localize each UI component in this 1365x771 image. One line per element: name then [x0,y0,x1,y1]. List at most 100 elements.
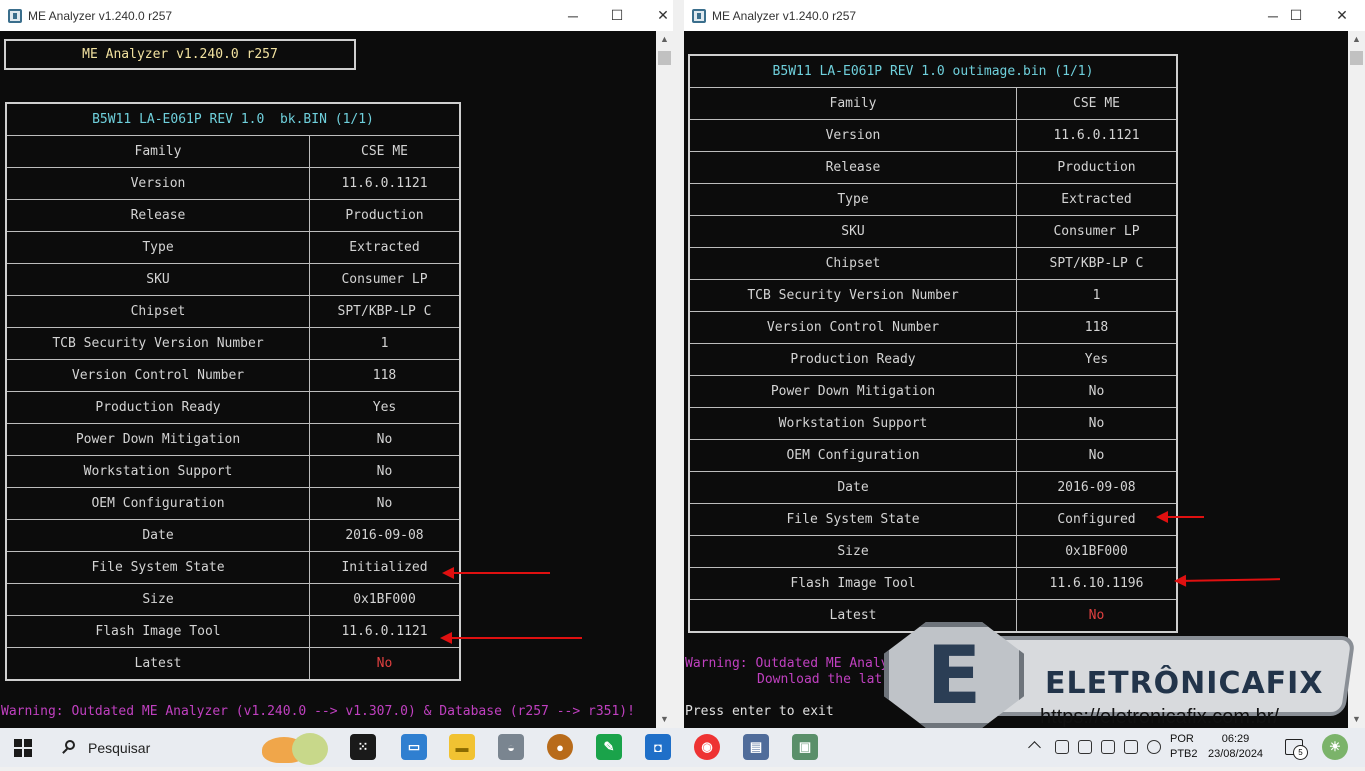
row-key: Type [5,231,310,264]
chevron-up-icon[interactable] [1028,741,1041,754]
table-row: Date 2016-09-08 [688,471,1178,504]
taskbar-search-box[interactable]: Pesquisar [50,732,260,763]
windows-start-icon[interactable] [14,739,32,757]
row-key: Flash Image Tool [5,615,310,648]
table-row: Chipset SPT/KBP-LP C [688,247,1178,280]
pen-icon[interactable] [1055,740,1069,754]
me-analyzer-taskbar-icon[interactable]: ▣ [792,734,818,760]
logo-brand-text: ELETRÔNICAFIX [1045,666,1324,701]
badge-app-icon[interactable]: ● [547,734,573,760]
close-button[interactable]: ✕ [640,0,673,31]
row-value: Extracted [1016,183,1178,216]
row-key: Release [688,151,1017,184]
row-key: Power Down Mitigation [5,423,310,456]
table-row: Family CSE ME [688,87,1178,120]
annotation-arrow-fs-state-left [442,567,550,579]
table-row: Power Down Mitigation No [688,375,1178,408]
row-value: CSE ME [309,135,461,168]
row-value: 118 [1016,311,1178,344]
table-caption: B5W11 LA-E061P REV 1.0 outimage.bin (1/1… [688,54,1178,88]
scroll-up-arrow-icon[interactable]: ▲ [1348,31,1365,48]
network-icon[interactable] [1124,740,1138,754]
store-app-icon[interactable]: ◘ [645,734,671,760]
row-value: 2016-09-08 [309,519,461,552]
close-button[interactable]: ✕ [1319,0,1365,31]
notification-count: 5 [1293,745,1308,760]
table-row: File System State Configured [688,503,1178,536]
language-code: POR [1170,733,1194,745]
row-value: Production [1016,151,1178,184]
table-row: Production Ready Yes [5,391,461,424]
row-value: 11.6.0.1121 [1016,119,1178,152]
row-key: Chipset [688,247,1017,280]
row-value: SPT/KBP-LP C [309,295,461,328]
table-row: TCB Security Version Number 1 [5,327,461,360]
scroll-down-arrow-icon[interactable]: ▼ [656,711,673,728]
table-caption-row: B5W11 LA-E061P REV 1.0 outimage.bin (1/1… [688,54,1178,88]
table-row: Version Control Number 118 [688,311,1178,344]
logo-e-emblem: E [884,622,1024,728]
notification-icon[interactable]: 5 [1285,739,1308,760]
row-value: Yes [309,391,461,424]
language-indicator[interactable]: POR PTB2 [1170,732,1198,771]
maximize-button[interactable]: ☐ [594,0,640,31]
table-row: Version 11.6.0.1121 [5,167,461,200]
app-icon [692,8,706,23]
search-icon [62,739,78,756]
row-value: SPT/KBP-LP C [1016,247,1178,280]
drive-app-icon[interactable]: ◒ [498,734,524,760]
row-value: 0x1BF000 [1016,535,1178,568]
row-key: TCB Security Version Number [688,279,1017,312]
row-key: Release [5,199,310,232]
row-key: SKU [5,263,310,296]
row-key: Size [5,583,310,616]
green-app-icon[interactable]: ✎ [596,734,622,760]
download-latest-partial: Download the lat [757,672,883,687]
row-key: OEM Configuration [688,439,1017,472]
app-tray-icon[interactable] [1078,740,1092,754]
file-explorer-icon[interactable]: ▬ [449,734,475,760]
weather-widget-icon[interactable]: ☀ [1322,734,1348,760]
outdated-warning: Warning: Outdated ME Analyzer (v1.240.0 … [1,704,635,719]
table-row: OEM Configuration No [688,439,1178,472]
table-row: Type Extracted [5,231,461,264]
row-key: Family [5,135,310,168]
left-scrollbar[interactable]: ▲ ▼ [656,31,673,728]
scroll-up-arrow-icon[interactable]: ▲ [656,31,673,48]
table-row: Power Down Mitigation No [5,423,461,456]
row-value: CSE ME [1016,87,1178,120]
dice-app-icon[interactable]: ⁙ [350,734,376,760]
system-app-icon[interactable]: ▤ [743,734,769,760]
desktop-app-icon[interactable]: ▭ [401,734,427,760]
row-value: Initialized [309,551,461,584]
table-row: Flash Image Tool 11.6.0.1121 [5,615,461,648]
annotation-arrow-fit-left [440,632,582,644]
row-value: 2016-09-08 [1016,471,1178,504]
volume-icon[interactable] [1147,740,1161,754]
scroll-thumb[interactable] [658,51,671,65]
right-titlebar[interactable]: ME Analyzer v1.240.0 r257 ─ ☐ ✕ [684,0,1365,31]
maximize-button[interactable]: ☐ [1273,0,1319,31]
usb-icon[interactable] [1101,740,1115,754]
app-icon [8,8,22,23]
left-window-title: ME Analyzer v1.240.0 r257 [28,8,173,23]
scroll-thumb[interactable] [1350,51,1363,65]
left-titlebar[interactable]: ME Analyzer v1.240.0 r257 ─ ☐ ✕ [0,0,673,31]
row-key: Size [688,535,1017,568]
minimize-button[interactable]: ─ [550,0,596,31]
table-caption-row: B5W11 LA-E061P REV 1.0 bk.BIN (1/1) [5,102,461,136]
row-key: File System State [688,503,1017,536]
left-me-table: B5W11 LA-E061P REV 1.0 bk.BIN (1/1) Famil… [5,102,461,681]
table-row: Chipset SPT/KBP-LP C [5,295,461,328]
row-value: No [309,647,461,681]
row-key: Workstation Support [688,407,1017,440]
table-row: Size 0x1BF000 [688,535,1178,568]
table-row: Size 0x1BF000 [5,583,461,616]
clock[interactable]: 06:29 23/08/2024 [1208,732,1263,771]
row-key: Version Control Number [688,311,1017,344]
table-row: Flash Image Tool 11.6.10.1196 [688,567,1178,600]
row-value: Consumer LP [1016,215,1178,248]
chrome-icon[interactable]: ◉ [694,734,720,760]
search-highlight-melon-icon[interactable] [262,731,332,765]
right-window-title: ME Analyzer v1.240.0 r257 [712,8,857,23]
